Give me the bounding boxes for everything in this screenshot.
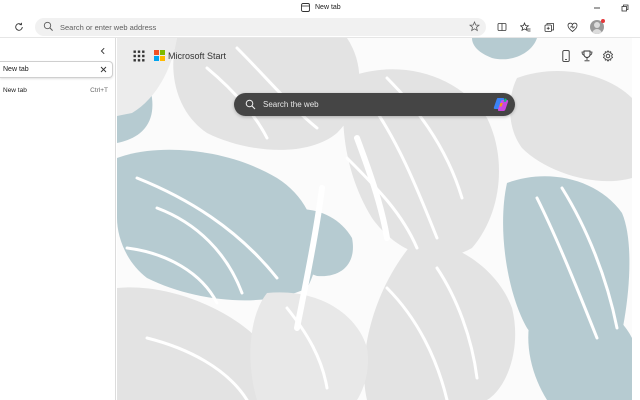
rewards-button[interactable] [580,49,594,63]
vertical-tabs-pane: New tab New tab Ctrl+T [0,38,116,400]
web-search-box[interactable]: Search the web [234,93,515,116]
window-title: New tab [301,3,341,12]
collections-icon [544,22,554,32]
browser-essentials-button[interactable] [564,19,580,35]
apps-grid-icon[interactable] [133,50,145,62]
suggestion-title: New tab [3,87,27,94]
split-screen-icon [497,23,507,31]
address-placeholder: Search or enter web address [60,22,157,32]
close-icon [100,66,107,73]
favorites-icon [519,21,530,31]
brand-name: Microsoft Start [168,50,227,61]
title-bar: New tab [0,0,640,16]
logo-green-square [160,50,165,55]
avatar-body [592,29,602,34]
minimize-button[interactable] [588,1,606,15]
browser-essentials-icon [567,22,577,32]
collections-button[interactable] [541,19,557,35]
browser-toolbar: Search or enter web address [0,16,640,38]
minimize-icon [594,7,600,9]
copilot-icon[interactable] [493,97,509,112]
address-bar[interactable]: Search or enter web address [35,18,486,36]
mobile-button[interactable] [559,49,573,63]
logo-red-square [154,50,159,55]
tab-new-tab[interactable]: New tab [0,61,113,78]
refresh-button[interactable] [11,19,27,35]
page-settings-button[interactable] [601,49,615,63]
logo-yellow-square [160,56,165,61]
settings-gear-icon [602,50,614,62]
tab-title: New tab [3,66,29,73]
chevron-left-icon [100,47,105,55]
favorites-button[interactable] [517,19,533,35]
microsoft-start-brand[interactable]: Microsoft Start [154,50,226,61]
mobile-icon [562,50,570,62]
profile-notification-dot [601,19,605,23]
refresh-icon [15,22,23,31]
search-icon [245,99,256,110]
split-screen-button[interactable] [494,19,510,35]
restore-button[interactable] [616,1,634,15]
logo-blue-square [154,56,159,61]
new-tab-page-icon [301,3,310,12]
window-title-text: New tab [315,4,341,11]
rewards-trophy-icon [581,50,593,62]
microsoft-logo-icon [154,50,165,61]
new-tab-suggestion[interactable]: New tab Ctrl+T [0,85,112,97]
search-icon [43,21,53,31]
tab-close-button[interactable] [98,64,109,75]
collapse-pane-button[interactable] [96,44,110,58]
page-scrollbar[interactable] [632,38,640,400]
avatar-head [594,22,600,28]
new-tab-page: Microsoft Start Search the web [117,38,632,400]
star-outline-icon[interactable] [469,21,480,32]
restore-icon [621,4,629,12]
suggestion-shortcut: Ctrl+T [90,87,108,94]
search-placeholder: Search the web [263,100,319,109]
